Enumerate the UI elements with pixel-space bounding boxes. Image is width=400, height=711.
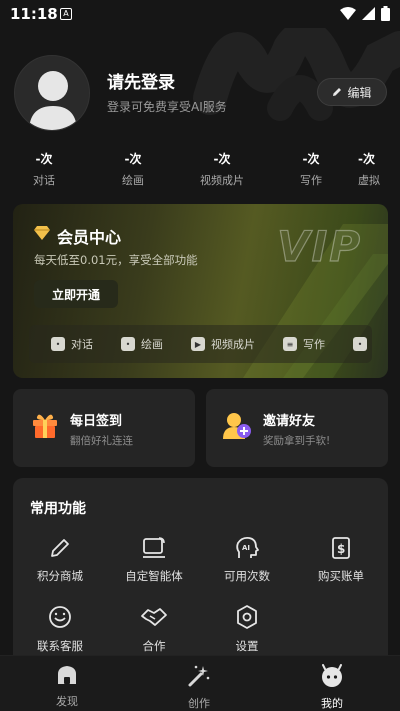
vip-feature-video: ▶ 视频成片 xyxy=(191,336,255,352)
vip-feature-label: 绘画 xyxy=(141,338,163,351)
pencil-icon xyxy=(51,539,69,557)
person-icon: • xyxy=(353,337,367,351)
vip-watermark: VIP xyxy=(276,221,362,271)
stat-value: -次 xyxy=(35,152,53,166)
common-functions-title: 常用功能 xyxy=(30,501,86,517)
svg-text:AI: AI xyxy=(242,544,250,552)
function-label: 购买账单 xyxy=(318,569,364,583)
points-mall-button[interactable]: 积分商城 xyxy=(20,536,100,584)
stat-chat[interactable]: -次 对话 xyxy=(9,150,79,188)
palette-icon: • xyxy=(121,337,135,351)
login-prompt-subtitle: 登录可免费享受AI服务 xyxy=(107,100,227,114)
vip-feature-drawing: • 绘画 xyxy=(121,336,163,352)
stat-label: 虚拟 xyxy=(358,174,380,187)
bottom-tab-bar: 发现 创作 我的 xyxy=(0,655,400,711)
stat-label: 写作 xyxy=(300,174,322,187)
vip-title: 会员中心 xyxy=(57,228,122,247)
function-label: 可用次数 xyxy=(224,569,270,583)
function-label: 积分商城 xyxy=(37,569,83,583)
robot-face-icon xyxy=(322,664,342,687)
default-avatar-icon xyxy=(29,71,77,130)
signal-icon xyxy=(362,7,375,20)
function-label: 联系客服 xyxy=(37,639,83,653)
diamond-icon xyxy=(34,226,50,240)
status-bar: 11:18 A xyxy=(0,0,400,28)
invite-subtitle: 奖励拿到手软! xyxy=(263,435,331,447)
stat-value: -次 xyxy=(302,152,320,166)
vip-feature-label: 写作 xyxy=(303,338,325,351)
screen-cast-icon xyxy=(143,537,165,558)
tab-label: 发现 xyxy=(56,695,78,708)
stat-value: -次 xyxy=(213,152,231,166)
vip-feature-list: • 对话 • 绘画 ▶ 视频成片 ≡ 写作 • xyxy=(29,325,372,363)
function-label: 合作 xyxy=(142,639,166,653)
vip-feature-writing: ≡ 写作 xyxy=(283,336,325,352)
vip-feature-label: 视频成片 xyxy=(211,338,255,351)
purchase-bill-button[interactable]: $ 购买账单 xyxy=(301,536,381,584)
checkin-title: 每日签到 xyxy=(70,414,123,429)
magic-wand-icon xyxy=(188,665,210,687)
stat-virtual[interactable]: -次 虚拟 xyxy=(358,150,400,188)
vip-feature-more: • xyxy=(353,337,367,351)
function-label: 设置 xyxy=(235,639,259,653)
invite-friends-card[interactable]: 邀请好友 奖励拿到手软! xyxy=(206,389,388,467)
vip-feature-label: 对话 xyxy=(71,338,93,351)
tab-mine[interactable]: 我的 xyxy=(292,664,372,711)
vip-member-card[interactable]: 会员中心 每天低至0.01元，享受全部功能 立即开通 VIP • 对话 • 绘画… xyxy=(13,204,388,378)
common-functions-panel: 常用功能 积分商城 自定智能体 AI 可用次数 $ 购买账单 联系客服 合作 设… xyxy=(13,478,388,668)
video-icon: ▶ xyxy=(191,337,205,351)
gear-icon xyxy=(237,605,257,629)
usage-count-button[interactable]: AI 可用次数 xyxy=(207,536,287,584)
vip-subtitle: 每天低至0.01元，享受全部功能 xyxy=(34,253,198,267)
battery-icon xyxy=(381,6,390,21)
avatar[interactable] xyxy=(14,55,90,131)
tab-label: 我的 xyxy=(321,697,343,710)
home-icon xyxy=(58,666,76,684)
clock: 11:18 xyxy=(10,5,58,23)
notification-icon: A xyxy=(60,8,72,20)
stat-writing[interactable]: -次 写作 xyxy=(276,150,346,188)
settings-button[interactable]: 设置 xyxy=(207,604,287,654)
checkin-subtitle: 翻倍好礼连连 xyxy=(70,435,133,447)
invite-title: 邀请好友 xyxy=(263,414,316,429)
daily-checkin-card[interactable]: 每日签到 翻倍好礼连连 xyxy=(13,389,195,467)
edit-label: 编辑 xyxy=(347,85,372,100)
pencil-icon xyxy=(333,88,342,96)
dollar-bill-icon: $ xyxy=(332,537,350,559)
smile-icon xyxy=(49,606,71,628)
tab-label: 创作 xyxy=(188,697,210,710)
stat-drawing[interactable]: -次 绘画 xyxy=(98,150,168,188)
gift-icon xyxy=(33,414,57,438)
customer-service-button[interactable]: 联系客服 xyxy=(20,604,100,654)
stat-video[interactable]: -次 视频成片 xyxy=(187,150,257,188)
stat-value: -次 xyxy=(124,152,142,166)
stat-label: 绘画 xyxy=(122,174,144,187)
vip-feature-chat: • 对话 xyxy=(51,336,93,352)
svg-text:$: $ xyxy=(337,542,345,556)
edit-profile-button[interactable]: 编辑 xyxy=(317,78,387,106)
tab-create[interactable]: 创作 xyxy=(159,664,239,711)
document-icon: ≡ xyxy=(283,337,297,351)
handshake-icon xyxy=(141,608,167,626)
usage-stats: -次 对话 -次 绘画 -次 视频成片 -次 写作 -次 虚拟 xyxy=(0,150,400,190)
activate-vip-button[interactable]: 立即开通 xyxy=(34,280,118,308)
stat-value: -次 xyxy=(358,152,375,166)
invite-friend-icon xyxy=(223,413,251,439)
stat-label: 视频成片 xyxy=(200,174,244,187)
function-label: 自定智能体 xyxy=(125,569,183,583)
chat-icon: • xyxy=(51,337,65,351)
custom-agent-button[interactable]: 自定智能体 xyxy=(114,536,194,584)
wifi-icon xyxy=(340,7,356,20)
cooperation-button[interactable]: 合作 xyxy=(114,604,194,654)
stat-label: 对话 xyxy=(33,174,55,187)
ai-head-icon: AI xyxy=(236,536,259,558)
tab-discover[interactable]: 发现 xyxy=(27,664,107,709)
login-prompt-title[interactable]: 请先登录 xyxy=(107,68,175,93)
